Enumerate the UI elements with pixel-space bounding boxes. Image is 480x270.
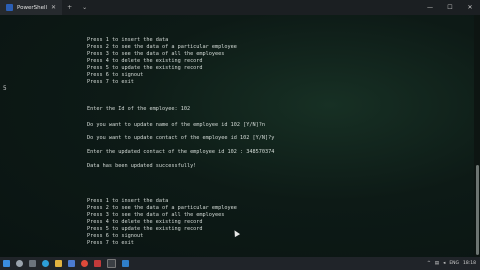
console-line: Press 3 to see the data of all the emplo… — [87, 51, 225, 57]
chrome-icon[interactable] — [81, 260, 88, 267]
console-line: Press 1 to insert the data — [87, 37, 169, 43]
network-icon[interactable]: ▤ — [435, 261, 439, 266]
language-indicator[interactable]: ENG — [449, 261, 459, 266]
tab-close-icon[interactable]: ✕ — [51, 4, 56, 11]
console-line: Press 5 to update the existing record — [87, 65, 203, 71]
start-icon[interactable] — [3, 260, 10, 267]
console-line: Enter the Id of the employee: 102 — [87, 106, 191, 112]
console-line: Do you want to update name of the employ… — [87, 122, 266, 128]
task-view-icon[interactable] — [29, 260, 36, 267]
taskbar: ^ ▤ ◂ ENG 18:18 — [0, 257, 480, 270]
window-controls: — ☐ ✕ — [420, 0, 480, 15]
console-line: Press 4 to delete the existing record — [87, 219, 203, 225]
edge-icon[interactable] — [42, 260, 49, 267]
minimize-button[interactable]: — — [420, 0, 440, 15]
console-line: Press 7 to exit — [87, 240, 134, 246]
console-line: Press 7 to exit — [87, 79, 134, 85]
close-button[interactable]: ✕ — [460, 0, 480, 15]
console-line: Do you want to update contact of the emp… — [87, 135, 275, 141]
console-line: Data has been updated successfully! — [87, 163, 197, 169]
new-tab-button[interactable]: + — [62, 4, 77, 11]
explorer-icon[interactable] — [55, 260, 62, 267]
search-icon[interactable] — [16, 260, 23, 267]
console-line: Press 6 to signout — [87, 233, 144, 239]
system-tray: ^ ▤ ◂ ENG 18:18 — [427, 261, 480, 266]
tab-title: PowerShell — [17, 4, 48, 11]
tab-powershell[interactable]: PowerShell ✕ — [0, 0, 63, 15]
store-icon[interactable] — [68, 260, 75, 267]
app-icon[interactable] — [94, 260, 101, 267]
console-line: Press 2 to see the data of a particular … — [87, 205, 237, 211]
line-marker: 5 — [3, 85, 7, 92]
scrollbar-thumb[interactable] — [476, 165, 479, 255]
vscode-icon[interactable] — [122, 260, 129, 267]
title-bar: PowerShell ✕ + ⌄ — ☐ ✕ — [0, 0, 480, 15]
console-area[interactable]: 5 Press 1 to insert the data Press 2 to … — [0, 15, 474, 257]
chevron-up-icon[interactable]: ^ — [427, 261, 431, 266]
console-line: Enter the updated contact of the employe… — [87, 149, 275, 155]
console-line: Press 4 to delete the existing record — [87, 58, 203, 64]
console-line: Press 3 to see the data of all the emplo… — [87, 212, 225, 218]
console-line: Press 1 to insert the data — [87, 198, 169, 204]
console-line: Press 5 to update the existing record — [87, 226, 203, 232]
console-line: Press 2 to see the data of a particular … — [87, 44, 237, 50]
dropdown-button[interactable]: ⌄ — [77, 4, 92, 11]
clock[interactable]: 18:18 — [463, 261, 476, 266]
terminal-icon[interactable] — [107, 259, 116, 268]
scrollbar[interactable] — [474, 15, 480, 257]
volume-icon[interactable]: ◂ — [443, 261, 445, 266]
console-line: Press 6 to signout — [87, 72, 144, 78]
powershell-icon — [6, 4, 13, 11]
maximize-button[interactable]: ☐ — [440, 0, 460, 15]
